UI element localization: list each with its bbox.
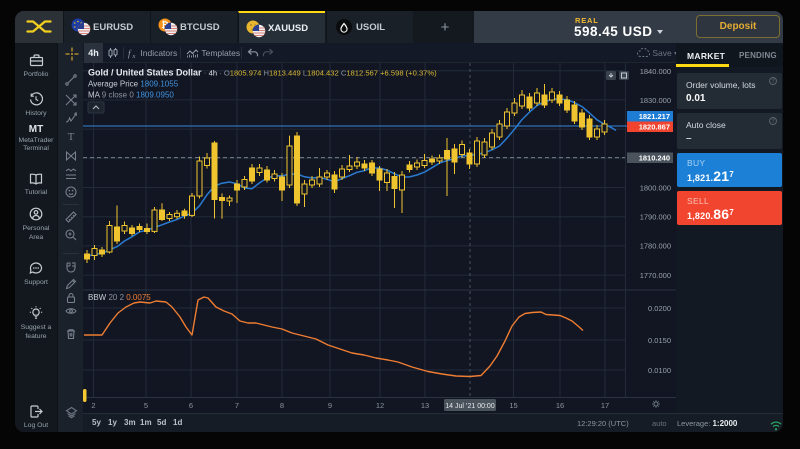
svg-text:1830.000: 1830.000 bbox=[640, 96, 671, 105]
svg-text:0.0200: 0.0200 bbox=[648, 304, 671, 313]
svg-text:16: 16 bbox=[556, 401, 564, 410]
svg-text:x: x bbox=[132, 53, 136, 59]
svg-text:0.0100: 0.0100 bbox=[648, 366, 671, 375]
svg-text:2: 2 bbox=[91, 401, 95, 410]
svg-text:9: 9 bbox=[328, 401, 332, 410]
svg-text:0.0150: 0.0150 bbox=[648, 336, 671, 345]
svg-text:1790.000: 1790.000 bbox=[640, 212, 671, 221]
svg-text:17: 17 bbox=[601, 401, 609, 410]
svg-text:5: 5 bbox=[144, 401, 148, 410]
svg-text:1780.000: 1780.000 bbox=[640, 241, 671, 250]
svg-text:14 Jul ’21 00:00: 14 Jul ’21 00:00 bbox=[445, 403, 495, 410]
svg-text:15: 15 bbox=[509, 401, 517, 410]
svg-text:1800.000: 1800.000 bbox=[640, 183, 671, 192]
svg-text:1840.000: 1840.000 bbox=[640, 67, 671, 76]
svg-text:1820.867: 1820.867 bbox=[639, 123, 670, 132]
svg-text:12: 12 bbox=[376, 401, 384, 410]
svg-text:f: f bbox=[128, 48, 132, 58]
svg-text:1770.000: 1770.000 bbox=[640, 271, 671, 280]
svg-text:1810.240: 1810.240 bbox=[639, 154, 670, 163]
svg-text:1821.217: 1821.217 bbox=[639, 112, 670, 121]
svg-text:BBW 20 2 0.0075: BBW 20 2 0.0075 bbox=[88, 293, 151, 302]
svg-text:T: T bbox=[68, 131, 75, 142]
svg-text:13: 13 bbox=[421, 401, 429, 410]
svg-text:8: 8 bbox=[280, 401, 284, 410]
svg-text:Average Price 1809.1055: Average Price 1809.1055 bbox=[88, 80, 179, 89]
svg-text:7: 7 bbox=[235, 401, 239, 410]
svg-text:6: 6 bbox=[189, 401, 193, 410]
svg-text:MA 9 close 0 1809.0950: MA 9 close 0 1809.0950 bbox=[88, 91, 174, 100]
svg-text:Gold / United States Dollar ·: Gold / United States Dollar · 4h · O1805… bbox=[88, 68, 437, 78]
